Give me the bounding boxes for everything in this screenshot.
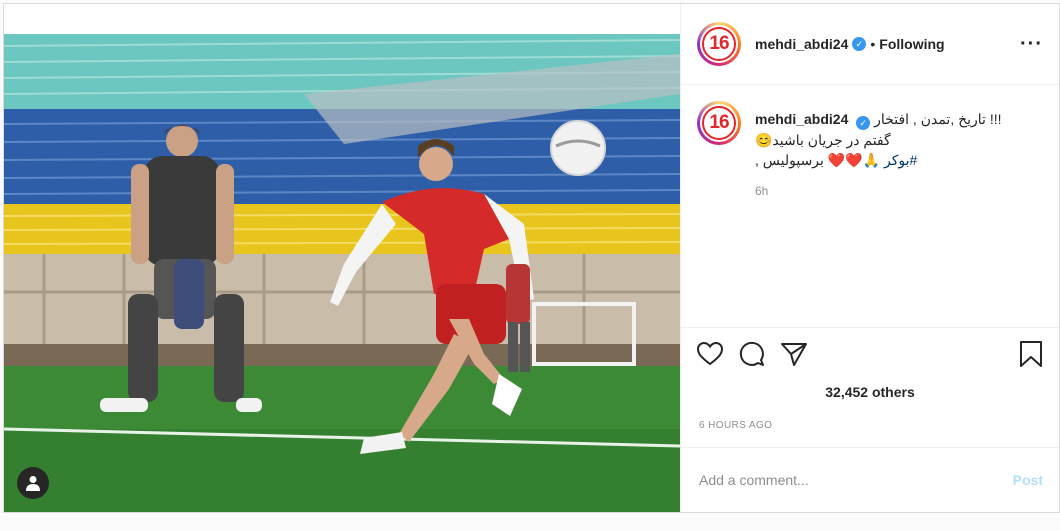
post-comment-button[interactable]: Post <box>1013 472 1043 488</box>
post-header: 16 mehdi_abdi24 ✓ • Following ··· <box>681 4 1059 85</box>
post-sidebar: 16 mehdi_abdi24 ✓ • Following ··· 16 meh… <box>680 4 1059 512</box>
verified-badge-icon: ✓ <box>852 37 867 51</box>
post-image[interactable] <box>4 34 680 512</box>
avatar-logo: 16 <box>702 27 736 61</box>
author-avatar[interactable]: 16 <box>697 22 741 66</box>
following-button[interactable]: Following <box>879 36 944 52</box>
add-comment-bar: Post <box>681 448 1059 512</box>
post-container: 16 mehdi_abdi24 ✓ • Following ··· 16 meh… <box>3 3 1060 513</box>
post-time-ago[interactable]: 6 HOURS AGO <box>681 410 1059 448</box>
header-separator: • <box>870 36 876 52</box>
stadium-photo <box>4 34 680 512</box>
heart-icon[interactable] <box>697 342 723 366</box>
share-icon[interactable] <box>781 342 807 366</box>
comment-icon[interactable] <box>739 341 765 367</box>
person-icon <box>26 476 40 491</box>
caption-hashtag[interactable]: #بوکر <box>884 152 917 168</box>
likes-count[interactable]: 32,452 others <box>681 380 1059 410</box>
caption-line-1: !!! تاریخ ,تمدن , افتخار <box>874 111 1002 127</box>
caption-row: 16 mehdi_abdi24 ✓ !!! تاریخ ,تمدن , افتخ… <box>697 101 1043 170</box>
caption-avatar[interactable]: 16 <box>697 101 741 145</box>
caption-avatar-logo: 16 <box>702 106 736 140</box>
comments-section: 16 mehdi_abdi24 ✓ !!! تاریخ ,تمدن , افتخ… <box>681 85 1059 328</box>
comment-input[interactable] <box>699 472 1013 488</box>
more-options-icon[interactable]: ··· <box>1020 33 1043 56</box>
caption-timestamp[interactable]: 6h <box>755 184 1043 198</box>
author-username[interactable]: mehdi_abdi24 <box>755 36 848 52</box>
caption-verified-icon: ✓ <box>856 116 871 130</box>
caption-line-3: 🙏❤️❤️ برسپولیس , <box>755 152 881 168</box>
caption-line-2: گفتم در جریان باشید😊 <box>755 132 891 148</box>
caption-username[interactable]: mehdi_abdi24 <box>755 111 848 127</box>
caption-text: mehdi_abdi24 ✓ !!! تاریخ ,تمدن , افتخار … <box>755 101 1002 170</box>
action-bar <box>681 328 1059 380</box>
user-tag-icon[interactable] <box>17 467 49 499</box>
bookmark-icon[interactable] <box>1019 341 1043 367</box>
